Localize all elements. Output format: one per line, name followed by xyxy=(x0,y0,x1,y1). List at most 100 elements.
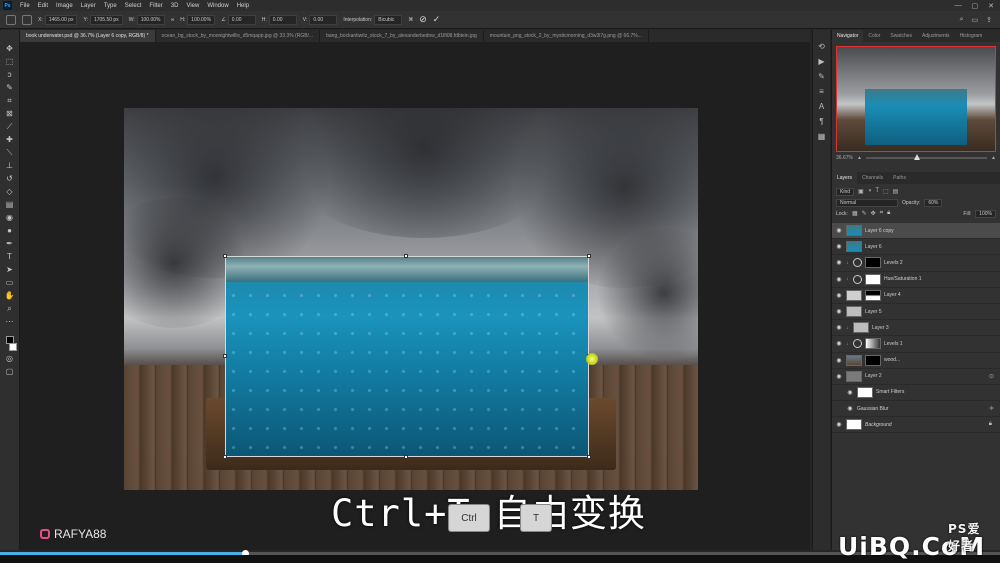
minimize-button[interactable]: — xyxy=(955,2,962,10)
path-select-icon[interactable]: ➤ xyxy=(4,265,16,275)
crop-tool-icon[interactable]: ⌗ xyxy=(4,96,16,106)
angle-input[interactable]: 0.00 xyxy=(227,14,256,25)
zoom-in-icon[interactable]: ▲ xyxy=(991,155,996,161)
layer-name[interactable]: Layer 2 xyxy=(865,373,882,379)
tab-navigator[interactable]: Navigator xyxy=(832,30,864,42)
lock-all-icon[interactable]: 🔒︎ xyxy=(887,210,890,217)
layer-name[interactable]: Levels 2 xyxy=(884,260,903,266)
eye-icon[interactable]: ◉ xyxy=(835,373,843,380)
hand-tool-icon[interactable]: ✋ xyxy=(4,291,16,301)
layer-row[interactable]: ◉ Layer 2 ⊙ xyxy=(832,369,1000,385)
layer-name[interactable]: Levels 1 xyxy=(884,341,903,347)
zoom-tool-icon[interactable]: ⌕ xyxy=(4,304,16,314)
tab-book-underwater[interactable]: book underwater.psd @ 36.7% (Layer 6 cop… xyxy=(20,30,156,42)
quick-select-tool-icon[interactable]: ✎ xyxy=(4,83,16,93)
lock-transparent-icon[interactable]: ▦ xyxy=(852,210,858,217)
blend-mode-select[interactable]: Normal xyxy=(836,198,898,207)
eyedropper-tool-icon[interactable]: ⟋ xyxy=(4,122,16,132)
layer-name[interactable]: Hue/Saturation 1 xyxy=(884,276,922,282)
eye-icon[interactable]: ◉ xyxy=(835,243,843,250)
close-button[interactable]: ✕ xyxy=(988,2,994,10)
pixel-filter-icon[interactable]: ▣ xyxy=(858,188,864,195)
type-filter-icon[interactable]: T xyxy=(875,188,879,195)
tab-swatches[interactable]: Swatches xyxy=(885,33,917,39)
tab-paths[interactable]: Paths xyxy=(888,175,911,181)
eye-icon[interactable]: ◉ xyxy=(835,227,843,234)
layer-name[interactable]: Background xyxy=(865,422,892,428)
menu-image[interactable]: Image xyxy=(52,3,77,9)
menu-type[interactable]: Type xyxy=(100,3,121,9)
eye-icon[interactable]: ◉ xyxy=(835,340,843,347)
menu-file[interactable]: File xyxy=(16,3,34,9)
eye-icon[interactable]: ◉ xyxy=(835,259,843,266)
layer-row[interactable]: ◉ Layer 6 xyxy=(832,239,1000,256)
opacity-input[interactable]: 60% xyxy=(924,198,943,207)
cancel-transform-icon[interactable]: ⊘ xyxy=(419,14,427,25)
interpolation-select[interactable]: Bicubic xyxy=(374,14,403,25)
transform-handle-tl[interactable] xyxy=(223,254,227,258)
layer-row[interactable]: ◉ Gaussian Blur ≑ xyxy=(832,401,1000,418)
search-icon[interactable]: ⌕ xyxy=(960,16,964,24)
brush-tool-icon[interactable]: ⟍ xyxy=(4,148,16,158)
tab-channels[interactable]: Channels xyxy=(857,175,888,181)
eye-icon[interactable]: ◉ xyxy=(846,405,854,412)
commit-transform-icon[interactable]: ✓ xyxy=(433,14,441,25)
adjust-panel-icon[interactable]: ≡ xyxy=(819,87,824,96)
transform-tool-icon[interactable] xyxy=(6,14,16,25)
workspace-icon[interactable]: ▭ xyxy=(972,16,979,24)
tab-histogram[interactable]: Histogram xyxy=(955,33,988,39)
tab-ocean-bg[interactable]: ocean_bg_stock_by_moonightwillix_d5mqapp… xyxy=(156,30,321,42)
blur-tool-icon[interactable]: ◉ xyxy=(4,213,16,223)
canvas-area[interactable] xyxy=(20,42,810,550)
lasso-tool-icon[interactable]: ↄ xyxy=(4,70,16,80)
transform-handle-t[interactable] xyxy=(404,254,408,258)
transform-handle-bl[interactable] xyxy=(223,455,227,459)
history-brush-icon[interactable]: ↺ xyxy=(4,174,16,184)
navigator-zoom-slider[interactable] xyxy=(865,154,988,160)
frame-tool-icon[interactable]: ⊠ xyxy=(4,109,16,119)
gradient-tool-icon[interactable]: ▤ xyxy=(4,200,16,210)
menu-window[interactable]: Window xyxy=(203,3,232,9)
adjustment-filter-icon[interactable]: ◑ xyxy=(868,188,872,195)
transform-handle-b[interactable] xyxy=(404,455,408,459)
layer-row[interactable]: ◉ Layer 4 xyxy=(832,288,1000,304)
navigator-preview[interactable] xyxy=(836,46,996,152)
menu-filter[interactable]: Filter xyxy=(145,3,166,9)
y-input[interactable]: 1705.50 px xyxy=(89,14,123,25)
eye-icon[interactable]: ◉ xyxy=(846,389,854,396)
menu-select[interactable]: Select xyxy=(121,3,146,9)
height-input[interactable]: 100.00% xyxy=(187,14,216,25)
clone-stamp-icon[interactable]: ⊥ xyxy=(4,161,16,171)
type-tool-icon[interactable]: T xyxy=(4,252,16,262)
lock-artboard-icon[interactable]: ⌗ xyxy=(880,210,883,217)
h-skew-input[interactable]: 0.00 xyxy=(268,14,297,25)
eye-icon[interactable]: ◉ xyxy=(835,421,843,428)
transform-handle-l[interactable] xyxy=(223,354,227,358)
eraser-tool-icon[interactable]: ◇ xyxy=(4,187,16,197)
lock-image-icon[interactable]: ✎ xyxy=(862,210,867,217)
warp-icon[interactable]: ⌘ xyxy=(408,17,413,23)
menu-layer[interactable]: Layer xyxy=(77,3,100,9)
layer-name[interactable]: Layer 3 xyxy=(872,325,889,331)
reference-point-icon[interactable] xyxy=(22,14,32,25)
character-panel-icon[interactable]: A xyxy=(819,102,824,111)
layer-row[interactable]: ◉ ↓ Levels 1 xyxy=(832,336,1000,353)
eye-icon[interactable]: ◉ xyxy=(835,276,843,283)
fill-input[interactable]: 100% xyxy=(975,209,996,218)
layer-row[interactable]: ◉ ↓ Hue/Saturation 1 xyxy=(832,272,1000,288)
eye-icon[interactable]: ◉ xyxy=(835,292,843,299)
layer-name[interactable]: Layer 6 copy xyxy=(865,228,894,234)
actions-panel-icon[interactable]: ▶ xyxy=(818,57,824,66)
layer-name[interactable]: Smart Filters xyxy=(876,389,904,395)
move-tool-icon[interactable]: ✥ xyxy=(4,44,16,54)
menu-3d[interactable]: 3D xyxy=(167,3,183,9)
menu-edit[interactable]: Edit xyxy=(34,3,52,9)
zoom-slider-knob[interactable] xyxy=(914,154,921,160)
layer-name[interactable]: Layer 5 xyxy=(865,309,882,315)
tab-color[interactable]: Color xyxy=(863,33,885,39)
quick-mask-icon[interactable]: ◎ xyxy=(4,354,16,364)
layer-name[interactable]: Gaussian Blur xyxy=(857,406,888,412)
tab-bang-stock[interactable]: bang_bockantiwitz_stock_7_by_alexanderbe… xyxy=(320,30,484,42)
transform-handle-br[interactable] xyxy=(587,455,591,459)
layer-row[interactable]: ◉ Background 🔒︎ xyxy=(832,417,1000,434)
